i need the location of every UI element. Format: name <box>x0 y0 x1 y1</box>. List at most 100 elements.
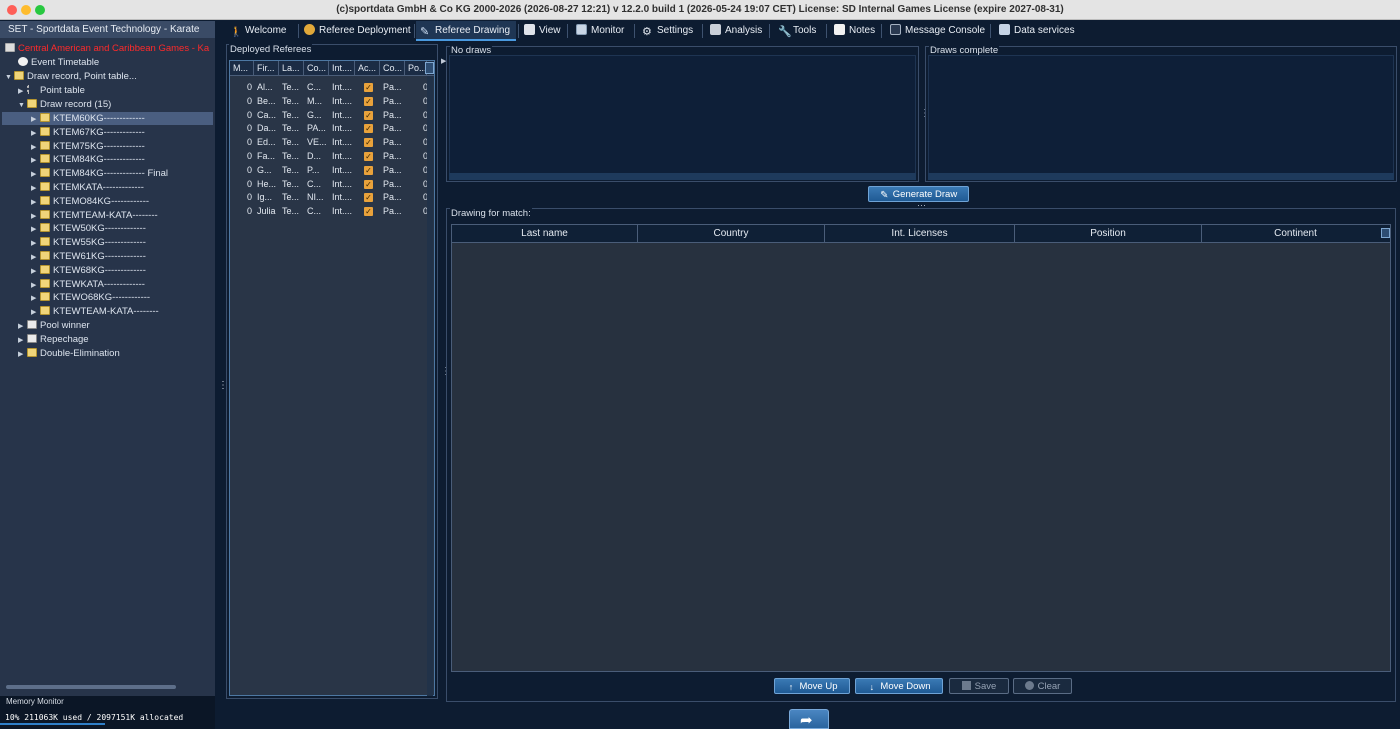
tree-draw-item[interactable]: ▶ KTEW61KG------------- <box>31 250 146 263</box>
table-row[interactable]: 0 Ca... Te... G... Int.... Pa... 0 ✓ <box>230 109 434 123</box>
column-chooser-icon[interactable] <box>425 62 434 74</box>
drawing-for-match-table[interactable]: Last name Country Int. Licenses Position… <box>451 224 1391 672</box>
tab-referee-drawing[interactable]: ✎ Referee Drawing <box>416 21 516 41</box>
table-row[interactable]: 0 He... Te... C... Int.... Pa... 0 ✓ <box>230 178 434 192</box>
move-up-button[interactable]: ↑ Move Up <box>774 678 850 694</box>
collapsed-arrow-icon[interactable]: ▶ <box>18 348 27 361</box>
tree-double-elimination[interactable]: ▶ Double-Elimination <box>18 347 120 360</box>
tab-settings[interactable]: ⚙ Settings <box>638 21 700 41</box>
tree-draw-item[interactable]: ▶ KTEW68KG------------- <box>31 264 146 277</box>
tree-root[interactable]: Central American and Caribbean Games - K… <box>5 42 209 55</box>
collapsed-arrow-icon[interactable]: ▶ <box>31 265 40 278</box>
tree-repechage[interactable]: ▶ Repechage <box>18 333 89 346</box>
table-row[interactable]: 0 Al... Te... C... Int.... Pa... 0 ✓ <box>230 81 434 95</box>
tree-draw-record[interactable]: ▼ Draw record (15) <box>18 98 111 111</box>
collapsed-arrow-icon[interactable]: ▶ <box>18 320 27 333</box>
tree-draw-item[interactable]: ▶ KTEWKATA------------- <box>31 278 145 291</box>
horizontal-scrollbar[interactable] <box>6 685 176 689</box>
active-checkbox[interactable]: ✓ <box>364 165 373 175</box>
column-header[interactable]: M... <box>230 61 254 76</box>
tab-view[interactable]: View <box>520 21 565 41</box>
table-row[interactable]: 0 Julia Te... C... Int.... Pa... 0 ✓ <box>230 205 434 219</box>
collapsed-arrow-icon[interactable]: ▶ <box>31 154 40 167</box>
collapsed-arrow-icon[interactable]: ▶ <box>31 127 40 140</box>
column-header[interactable]: Po... <box>405 61 427 76</box>
draws-splitter-grip-icon[interactable] <box>920 108 930 120</box>
vertical-scrollbar[interactable] <box>427 76 433 696</box>
tree-draw-item[interactable]: ▶ KTEWTEAM-KATA-------- <box>31 305 159 318</box>
table-row[interactable]: 0 Be... Te... M... Int.... Pa... 0 ✓ <box>230 95 434 109</box>
active-checkbox[interactable]: ✓ <box>364 83 373 92</box>
collapsed-arrow-icon[interactable]: ▶ <box>31 210 40 223</box>
tab-tools[interactable]: 🔧Tools <box>774 21 824 41</box>
column-header-continent[interactable]: Continent <box>1202 225 1389 243</box>
tree-draw-record-point-table[interactable]: ▼ Draw record, Point table... <box>5 70 137 83</box>
left-splitter-grip-icon[interactable] <box>218 380 228 392</box>
column-header-country[interactable]: Country <box>638 225 825 243</box>
clear-button[interactable]: Clear <box>1013 678 1072 694</box>
column-header[interactable]: Fir... <box>254 61 279 76</box>
draws-complete-list[interactable] <box>928 55 1394 179</box>
column-header[interactable]: Ac... <box>355 61 380 76</box>
tree-draw-item[interactable]: ▶ KTEWO68KG------------ <box>31 291 150 304</box>
collapsed-arrow-icon[interactable]: ▶ <box>31 237 40 250</box>
middle-splitter-grip-icon[interactable] <box>441 366 451 378</box>
tab-message-console[interactable]: Message Console <box>886 21 988 41</box>
move-down-button[interactable]: ↓ Move Down <box>855 678 943 694</box>
tree-point-table[interactable]: ▶ Point table <box>18 84 85 97</box>
tree-event-timetable[interactable]: Event Timetable <box>18 56 99 69</box>
tree-draw-item[interactable]: ▶ KTEW50KG------------- <box>31 222 146 235</box>
expanded-arrow-icon[interactable]: ▼ <box>5 71 14 84</box>
active-checkbox[interactable]: ✓ <box>364 124 373 134</box>
tree-draw-item[interactable]: ▶ KTEMKATA------------- <box>31 181 144 194</box>
column-header-last-name[interactable]: Last name <box>452 225 638 243</box>
collapsed-arrow-icon[interactable]: ▶ <box>31 113 40 126</box>
forward-arrow-button[interactable]: ➦ <box>789 709 829 729</box>
collapsed-arrow-icon[interactable]: ▶ <box>31 168 40 181</box>
tree-draw-item[interactable]: ▶ KTEM84KG------------- Final <box>31 167 168 180</box>
collapsed-arrow-icon[interactable]: ▶ <box>31 292 40 305</box>
column-header[interactable]: Co... <box>380 61 405 76</box>
expanded-arrow-icon[interactable]: ▼ <box>18 99 27 112</box>
table-row[interactable]: 0 Da... Te... PA... Int.... Pa... 0 ✓ <box>230 122 434 136</box>
column-header[interactable]: Int.... <box>329 61 355 76</box>
collapsed-arrow-icon[interactable]: ▶ <box>18 85 27 98</box>
column-header[interactable]: La... <box>279 61 304 76</box>
tree-draw-item[interactable]: ▶ KTEM75KG------------- <box>31 140 145 153</box>
active-checkbox[interactable]: ✓ <box>364 96 373 106</box>
collapsed-arrow-icon[interactable]: ▶ <box>31 141 40 154</box>
tree-pool-winner[interactable]: ▶ Pool winner <box>18 319 90 332</box>
deployed-referees-table[interactable]: M... Fir... La... Co... Int.... Ac... Co… <box>229 60 435 696</box>
active-checkbox[interactable]: ✓ <box>364 152 373 161</box>
tree-draw-item[interactable]: ▶ KTEMTEAM-KATA-------- <box>31 209 158 222</box>
active-checkbox[interactable]: ✓ <box>364 179 373 189</box>
collapsed-arrow-icon[interactable]: ▶ <box>18 334 27 347</box>
tab-notes[interactable]: Notes <box>830 21 878 41</box>
collapsed-arrow-icon[interactable]: ▶ <box>31 251 40 264</box>
tree-draw-item[interactable]: ▶ KTEM84KG------------- <box>31 153 145 166</box>
tree-draw-item[interactable]: ▶ KTEM67KG------------- <box>31 126 145 139</box>
table-row[interactable]: 0 G... Te... P... Int.... Pa... 0 ✓ <box>230 164 434 178</box>
tree-draw-item[interactable]: ▶ KTEW55KG------------- <box>31 236 146 249</box>
collapsed-arrow-icon[interactable]: ▶ <box>31 306 40 319</box>
tree-draw-item[interactable]: ▶ KTEM60KG------------- <box>2 112 213 125</box>
column-header[interactable]: Co... <box>304 61 329 76</box>
navigation-tree[interactable]: Central American and Caribbean Games - K… <box>2 40 213 692</box>
collapsed-arrow-icon[interactable]: ▶ <box>31 223 40 236</box>
table-row[interactable]: 0 Fa... Te... D... Int.... Pa... 0 ✓ <box>230 150 434 164</box>
tab-referee-deployment[interactable]: Referee Deployment <box>300 21 412 41</box>
tree-draw-item[interactable]: ▶ KTEMO84KG------------ <box>31 195 149 208</box>
table-row[interactable]: 0 Ig... Te... NI... Int.... Pa... 0 ✓ <box>230 191 434 205</box>
active-checkbox[interactable]: ✓ <box>364 138 373 148</box>
no-draws-list[interactable] <box>449 55 916 179</box>
active-checkbox[interactable]: ✓ <box>364 193 373 203</box>
active-checkbox[interactable]: ✓ <box>364 207 373 217</box>
collapsed-arrow-icon[interactable]: ▶ <box>31 196 40 209</box>
collapsed-arrow-icon[interactable]: ▶ <box>31 279 40 292</box>
active-checkbox[interactable]: ✓ <box>364 110 373 120</box>
column-header-int-licenses[interactable]: Int. Licenses <box>825 225 1015 243</box>
collapsed-arrow-icon[interactable]: ▶ <box>31 182 40 195</box>
column-chooser-icon[interactable] <box>1381 228 1390 238</box>
save-button[interactable]: Save <box>949 678 1009 694</box>
tab-data-services[interactable]: Data services <box>995 21 1080 41</box>
